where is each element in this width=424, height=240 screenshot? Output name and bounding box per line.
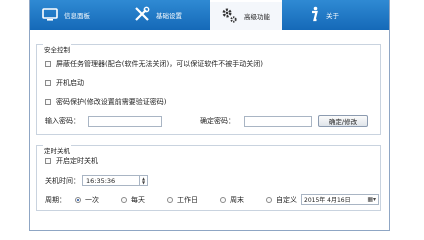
option-label: 屏蔽任务管理器(配合(软件无法关闭)，可以保证软件不被手动关闭) <box>56 60 263 68</box>
group-title: 定时关机 <box>43 145 71 155</box>
period-option-once[interactable]: 一次 <box>75 195 99 205</box>
radio[interactable] <box>121 196 127 203</box>
tab-label: 基础设置 <box>156 12 182 20</box>
option-label: 工作日 <box>177 195 198 204</box>
period-row: 周期： 一次 每天 工作日 周末 自定义 2015年 4月16日 ▦▾ <box>45 194 379 205</box>
autostart-option[interactable]: 开机启动 <box>45 78 84 88</box>
period-label: 周期： <box>45 195 66 204</box>
radio[interactable] <box>266 196 272 203</box>
tools-icon <box>134 6 150 24</box>
block-task-manager-option[interactable]: 屏蔽任务管理器(配合(软件无法关闭)，可以保证软件不被手动关闭) <box>45 59 263 69</box>
radio[interactable] <box>167 196 173 203</box>
password-row: 输入密码： 确定密码： 确定/修改 <box>45 115 368 127</box>
period-option-daily[interactable]: 每天 <box>121 195 145 205</box>
confirm-password-input[interactable] <box>244 115 312 127</box>
option-label: 每天 <box>131 195 145 204</box>
shutdown-time-input[interactable]: 16:35:36 <box>82 175 140 186</box>
tab-label: 关于 <box>326 12 339 20</box>
input-password-label: 输入密码： <box>45 117 80 125</box>
period-option-weekend[interactable]: 周末 <box>220 195 244 205</box>
timed-shutdown-group: 定时关机 开启定时关机 关机时间： 16:35:36 ▲ ▼ 周期： 一次 每天 <box>36 145 381 211</box>
date-value: 2015年 4月16日 <box>304 197 351 204</box>
radio[interactable] <box>220 196 226 203</box>
option-label: 自定义 <box>276 195 297 204</box>
app-window: 信息面板 基础设置 高级功能 关于 安全控制 屏蔽任务管理器(配合(软件无法关闭… <box>29 0 390 231</box>
radio[interactable] <box>75 196 81 203</box>
tab-label: 高级功能 <box>244 13 270 21</box>
group-title: 安全控制 <box>43 44 71 54</box>
password-input[interactable] <box>88 115 162 127</box>
shutdown-time-row: 关机时间： 16:35:36 ▲ ▼ <box>45 175 148 186</box>
security-control-group: 安全控制 屏蔽任务管理器(配合(软件无法关闭)，可以保证软件不被手动关闭) 开机… <box>36 44 381 135</box>
info-icon <box>308 6 320 24</box>
option-label: 开启定时关机 <box>56 157 98 165</box>
tab-bar: 信息面板 基础设置 高级功能 关于 <box>30 0 389 30</box>
checkbox[interactable] <box>45 61 51 67</box>
checkbox[interactable] <box>45 158 51 164</box>
period-option-custom[interactable]: 自定义 <box>266 195 297 205</box>
tab-advanced[interactable]: 高级功能 <box>210 0 282 30</box>
spin-down-icon[interactable]: ▼ <box>142 180 145 185</box>
tab-about[interactable]: 关于 <box>308 0 368 30</box>
checkbox[interactable] <box>45 80 51 86</box>
period-option-workdays[interactable]: 工作日 <box>167 195 198 205</box>
tab-basic-settings[interactable]: 基础设置 <box>134 0 210 30</box>
gears-icon <box>220 6 238 26</box>
option-label: 周末 <box>230 195 244 204</box>
date-picker[interactable]: 2015年 4月16日 ▦▾ <box>301 194 379 205</box>
password-protect-option[interactable]: 密码保护(修改设置前需要验证密码) <box>45 97 166 107</box>
tab-info-panel[interactable]: 信息面板 <box>42 0 118 30</box>
enable-shutdown-option[interactable]: 开启定时关机 <box>45 156 98 166</box>
tab-label: 信息面板 <box>64 12 90 20</box>
shutdown-time-label: 关机时间： <box>45 176 80 185</box>
time-value: 16:35:36 <box>86 176 116 185</box>
confirm-password-label: 确定密码： <box>200 117 235 125</box>
checkbox[interactable] <box>45 99 51 105</box>
calendar-dropdown-icon[interactable]: ▦▾ <box>367 196 376 203</box>
confirm-modify-button[interactable]: 确定/修改 <box>318 115 368 127</box>
option-label: 一次 <box>85 195 99 204</box>
option-label: 开机启动 <box>56 79 84 87</box>
option-label: 密码保护(修改设置前需要验证密码) <box>56 98 167 106</box>
time-spinner[interactable]: ▲ ▼ <box>140 175 148 186</box>
monitor-icon <box>42 7 58 23</box>
